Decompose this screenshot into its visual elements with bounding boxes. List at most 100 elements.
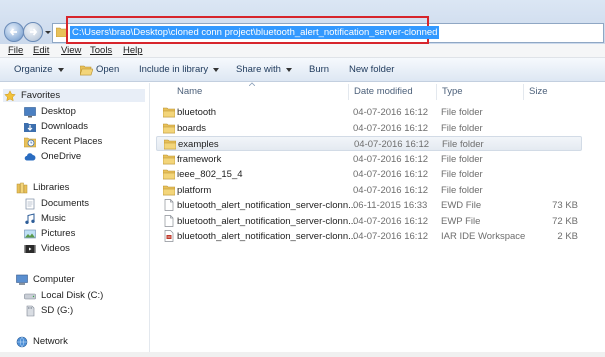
file-size: 73 KB bbox=[552, 200, 578, 211]
nav-videos[interactable]: Videos bbox=[24, 243, 70, 255]
nav-sd-g[interactable]: SD (G:) bbox=[24, 305, 73, 317]
cloud-icon bbox=[24, 153, 36, 161]
menu-tools[interactable]: Tools bbox=[90, 45, 112, 57]
file-name: bluetooth bbox=[177, 107, 217, 118]
nav-desktop[interactable]: Desktop bbox=[24, 106, 76, 118]
file-name: platform bbox=[177, 184, 212, 196]
column-header-date-modified[interactable]: Date modified bbox=[354, 86, 413, 97]
file-type: EWP File bbox=[441, 215, 481, 227]
music-icon bbox=[25, 213, 35, 224]
file-row[interactable]: platform 04-07-2016 16:12 File folder bbox=[156, 183, 582, 198]
menu-bar: File Edit View Tools Help bbox=[0, 44, 605, 58]
folder-icon bbox=[164, 139, 176, 150]
column-separator[interactable] bbox=[523, 84, 524, 100]
new-folder-button[interactable]: New folder bbox=[349, 64, 394, 76]
address-path-text[interactable]: C:\Users\brao\Desktop\cloned conn projec… bbox=[70, 26, 440, 39]
workspace-icon bbox=[164, 230, 174, 242]
file-type: File folder bbox=[441, 107, 483, 118]
nav-favorites[interactable]: Favorites bbox=[4, 90, 60, 102]
file-row[interactable]: examples 04-07-2016 16:12 File folder bbox=[156, 136, 582, 151]
file-type: EWD File bbox=[441, 200, 482, 211]
sd-card-icon bbox=[26, 305, 35, 317]
open-folder-icon bbox=[80, 65, 93, 75]
nav-onedrive[interactable]: OneDrive bbox=[24, 151, 81, 163]
downloads-icon bbox=[24, 123, 36, 132]
file-icon bbox=[164, 199, 174, 211]
file-type: File folder bbox=[441, 169, 483, 180]
share-with-button[interactable]: Share with bbox=[236, 64, 292, 76]
nav-computer[interactable]: Computer bbox=[16, 274, 75, 286]
file-name: bluetooth_alert_notification_server-clon… bbox=[177, 200, 357, 211]
nav-recent-places[interactable]: Recent Places bbox=[24, 136, 102, 148]
file-icon bbox=[164, 214, 174, 227]
column-header-type[interactable]: Type bbox=[442, 86, 463, 97]
file-name: framework bbox=[177, 153, 222, 165]
nav-pictures[interactable]: Pictures bbox=[24, 228, 75, 240]
nav-network[interactable]: Network bbox=[16, 336, 68, 348]
libraries-icon bbox=[16, 182, 28, 194]
folder-icon bbox=[163, 123, 175, 133]
file-row[interactable]: bluetooth_alert_notification_server-clon… bbox=[156, 214, 582, 229]
arrow-left-icon bbox=[9, 28, 17, 36]
file-size: 72 KB bbox=[552, 215, 578, 227]
file-name: bluetooth_alert_notification_server-clon… bbox=[177, 231, 357, 242]
column-separator[interactable] bbox=[436, 84, 437, 100]
file-row[interactable]: bluetooth_alert_notification_server-clon… bbox=[156, 229, 582, 244]
star-icon bbox=[4, 90, 16, 102]
nav-libraries[interactable]: Libraries bbox=[16, 182, 69, 194]
organize-button[interactable]: Organize bbox=[14, 64, 64, 76]
nav-music[interactable]: Music bbox=[24, 213, 66, 225]
back-button[interactable] bbox=[4, 22, 24, 42]
include-in-library-button[interactable]: Include in library bbox=[139, 64, 220, 76]
caret-down-icon bbox=[213, 68, 220, 72]
recent-pages-dropdown-icon[interactable] bbox=[44, 28, 52, 36]
file-date-modified: 04-07-2016 16:12 bbox=[353, 107, 429, 118]
documents-icon bbox=[25, 198, 35, 210]
caret-down-icon bbox=[285, 68, 292, 72]
file-date-modified: 04-07-2016 16:12 bbox=[354, 139, 430, 150]
column-header-name[interactable]: Name bbox=[177, 86, 202, 97]
nav-documents[interactable]: Documents bbox=[24, 198, 89, 210]
file-row[interactable]: bluetooth 04-07-2016 16:12 File folder bbox=[156, 105, 582, 120]
file-date-modified: 06-11-2015 16:33 bbox=[353, 200, 428, 211]
menu-view[interactable]: View bbox=[61, 45, 81, 57]
file-name: bluetooth_alert_notification_server-clon… bbox=[177, 215, 357, 227]
file-date-modified: 04-07-2016 16:12 bbox=[353, 215, 429, 227]
column-header-size[interactable]: Size bbox=[529, 86, 547, 97]
videos-icon bbox=[24, 245, 36, 253]
file-row[interactable]: ieee_802_15_4 04-07-2016 16:12 File folder bbox=[156, 167, 582, 182]
menu-file[interactable]: File bbox=[8, 45, 23, 57]
file-date-modified: 04-07-2016 16:12 bbox=[353, 122, 429, 134]
drive-icon bbox=[24, 293, 36, 300]
file-type: File folder bbox=[441, 122, 483, 134]
nav-downloads[interactable]: Downloads bbox=[24, 121, 88, 133]
open-button[interactable]: Open bbox=[80, 64, 119, 76]
nav-local-disk-c[interactable]: Local Disk (C:) bbox=[24, 290, 103, 302]
file-row[interactable]: bluetooth_alert_notification_server-clon… bbox=[156, 198, 582, 213]
file-row[interactable]: boards 04-07-2016 16:12 File folder bbox=[156, 121, 582, 136]
folder-icon bbox=[163, 169, 175, 180]
desktop-icon bbox=[24, 107, 36, 118]
network-icon bbox=[16, 336, 28, 348]
file-row[interactable]: framework 04-07-2016 16:12 File folder bbox=[156, 152, 582, 167]
file-date-modified: 04-07-2016 16:12 bbox=[353, 169, 429, 180]
sort-caret-icon bbox=[249, 82, 255, 86]
column-separator[interactable] bbox=[348, 84, 349, 100]
file-date-modified: 04-07-2016 16:12 bbox=[353, 184, 429, 196]
file-date-modified: 04-07-2016 16:12 bbox=[353, 231, 429, 242]
file-name: boards bbox=[177, 122, 207, 134]
menu-edit[interactable]: Edit bbox=[33, 45, 49, 57]
forward-button[interactable] bbox=[23, 22, 43, 42]
file-type: File folder bbox=[442, 139, 484, 150]
folder-icon bbox=[163, 154, 175, 164]
file-name: examples bbox=[178, 139, 219, 150]
burn-button[interactable]: Burn bbox=[309, 64, 329, 76]
caret-down-icon bbox=[57, 68, 64, 72]
computer-icon bbox=[16, 274, 28, 285]
file-type: IAR IDE Workspace bbox=[441, 231, 526, 242]
menu-help[interactable]: Help bbox=[123, 45, 143, 57]
file-name: ieee_802_15_4 bbox=[177, 169, 243, 180]
file-type: File folder bbox=[441, 184, 483, 196]
command-bar: Organize Open Include in library Share w… bbox=[0, 58, 605, 82]
folder-icon bbox=[163, 107, 175, 118]
